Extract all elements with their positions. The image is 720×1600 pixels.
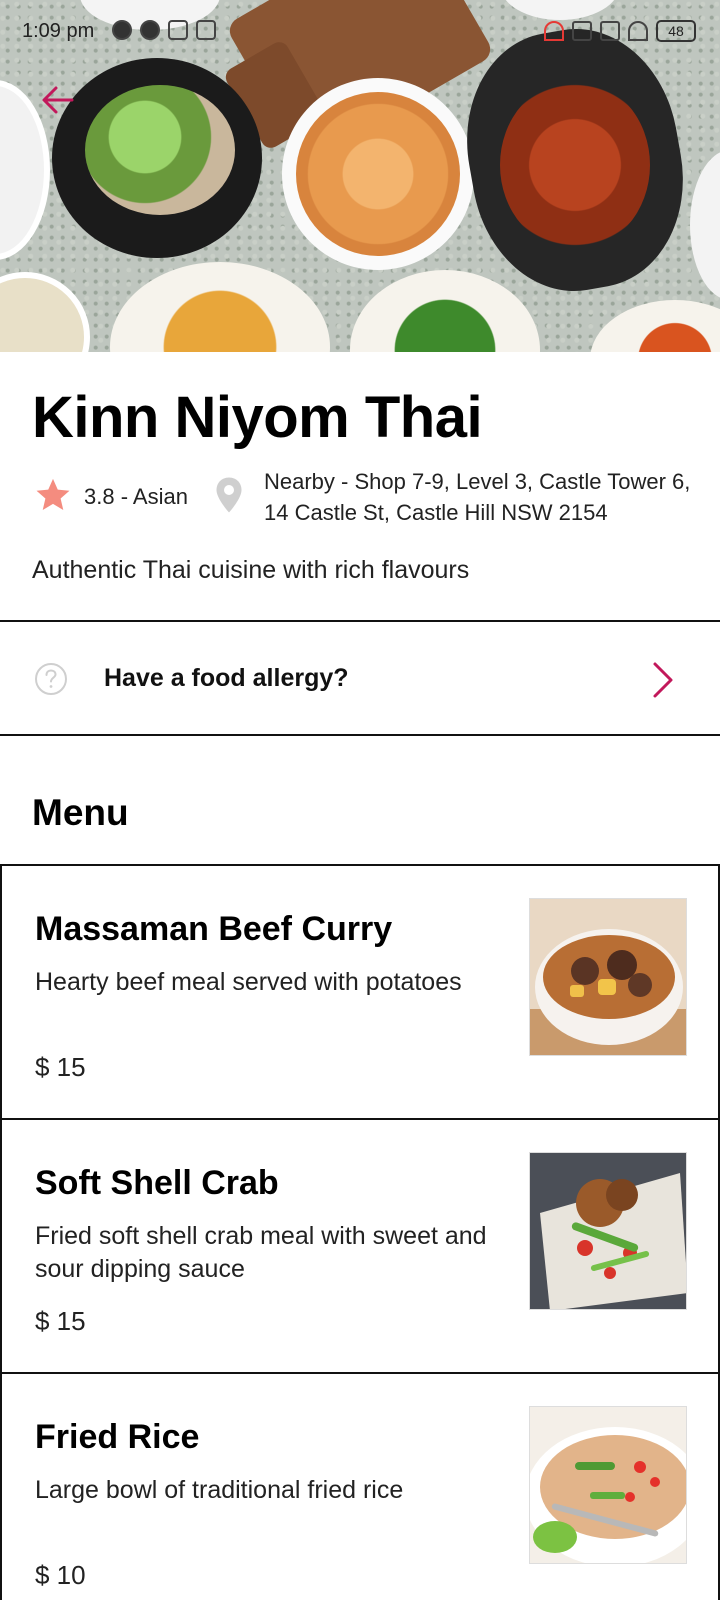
menu-item-image <box>529 1152 687 1310</box>
menu-item-fried-rice[interactable]: Fried Rice Large bowl of traditional fri… <box>0 1372 720 1600</box>
status-notification-icons <box>112 20 216 40</box>
nfc-icon <box>572 21 592 41</box>
address-line-2: 14 Castle St, Castle Hill NSW 2154 <box>264 500 608 525</box>
menu-list: Massaman Beef Curry Hearty beef meal ser… <box>0 864 720 1600</box>
menu-item-image <box>529 898 687 1056</box>
hero-image: 1:09 pm 48 <box>0 0 720 352</box>
download-icon <box>168 20 188 40</box>
menu-item-soft-shell-crab[interactable]: Soft Shell Crab Fried soft shell crab me… <box>0 1118 720 1374</box>
food-allergy-label: Have a food allergy? <box>104 664 349 692</box>
plate-bottom-center <box>110 262 330 352</box>
chevron-right-icon <box>653 662 673 698</box>
status-time: 1:09 pm <box>22 20 95 42</box>
star-icon <box>36 478 70 511</box>
menu-item-massaman-beef-curry[interactable]: Massaman Beef Curry Hearty beef meal ser… <box>0 864 720 1120</box>
restaurant-meta: 3.8 - Asian Nearby - Shop 7-9, Level 3, … <box>32 466 720 526</box>
plate-right <box>690 150 720 300</box>
vibrate-icon <box>600 21 620 41</box>
status-bar: 1:09 pm 48 <box>0 0 720 64</box>
menu-item-image <box>529 1406 687 1564</box>
help-icon <box>35 663 67 695</box>
settings-icon <box>112 20 132 40</box>
restaurant-name: Kinn Niyom Thai <box>32 385 483 450</box>
plate-bottom-right <box>590 300 720 352</box>
rating-cuisine: 3.8 - Asian <box>84 484 188 509</box>
app-notification-icon <box>140 20 160 40</box>
menu-item-name: Massaman Beef Curry <box>35 910 393 948</box>
back-arrow-icon[interactable] <box>38 80 78 120</box>
menu-item-description: Hearty beef meal served with potatoes <box>35 968 462 996</box>
menu-item-name: Soft Shell Crab <box>35 1164 279 1202</box>
tom-yum-soup <box>296 92 460 256</box>
hotspot-icon <box>544 21 564 41</box>
salad-food <box>85 85 235 215</box>
menu-item-description: Large bowl of traditional fried rice <box>35 1476 404 1504</box>
location-pin-icon <box>216 477 242 513</box>
plate-greens <box>350 270 540 352</box>
status-system-icons: 48 <box>544 20 696 42</box>
wifi-icon <box>628 21 648 41</box>
menu-item-price: $ 15 <box>35 1052 86 1082</box>
battery-icon: 48 <box>656 20 696 42</box>
menu-item-name: Fried Rice <box>35 1418 200 1456</box>
menu-item-price: $ 15 <box>35 1306 86 1336</box>
menu-item-price: $ 10 <box>35 1560 86 1590</box>
address: Nearby - Shop 7-9, Level 3, Castle Tower… <box>264 466 720 528</box>
food-allergy-button[interactable]: Have a food allergy? <box>0 622 720 736</box>
restaurant-description: Authentic Thai cuisine with rich flavour… <box>32 556 470 584</box>
divider <box>0 734 720 736</box>
menu-item-description: Fried soft shell crab meal with sweet an… <box>35 1222 487 1283</box>
duck-food <box>500 80 650 250</box>
address-line-1: Nearby - Shop 7-9, Level 3, Castle Tower… <box>264 469 691 494</box>
menu-heading: Menu <box>32 792 129 833</box>
image-icon <box>196 20 216 40</box>
plate-bottom-left <box>0 272 90 352</box>
